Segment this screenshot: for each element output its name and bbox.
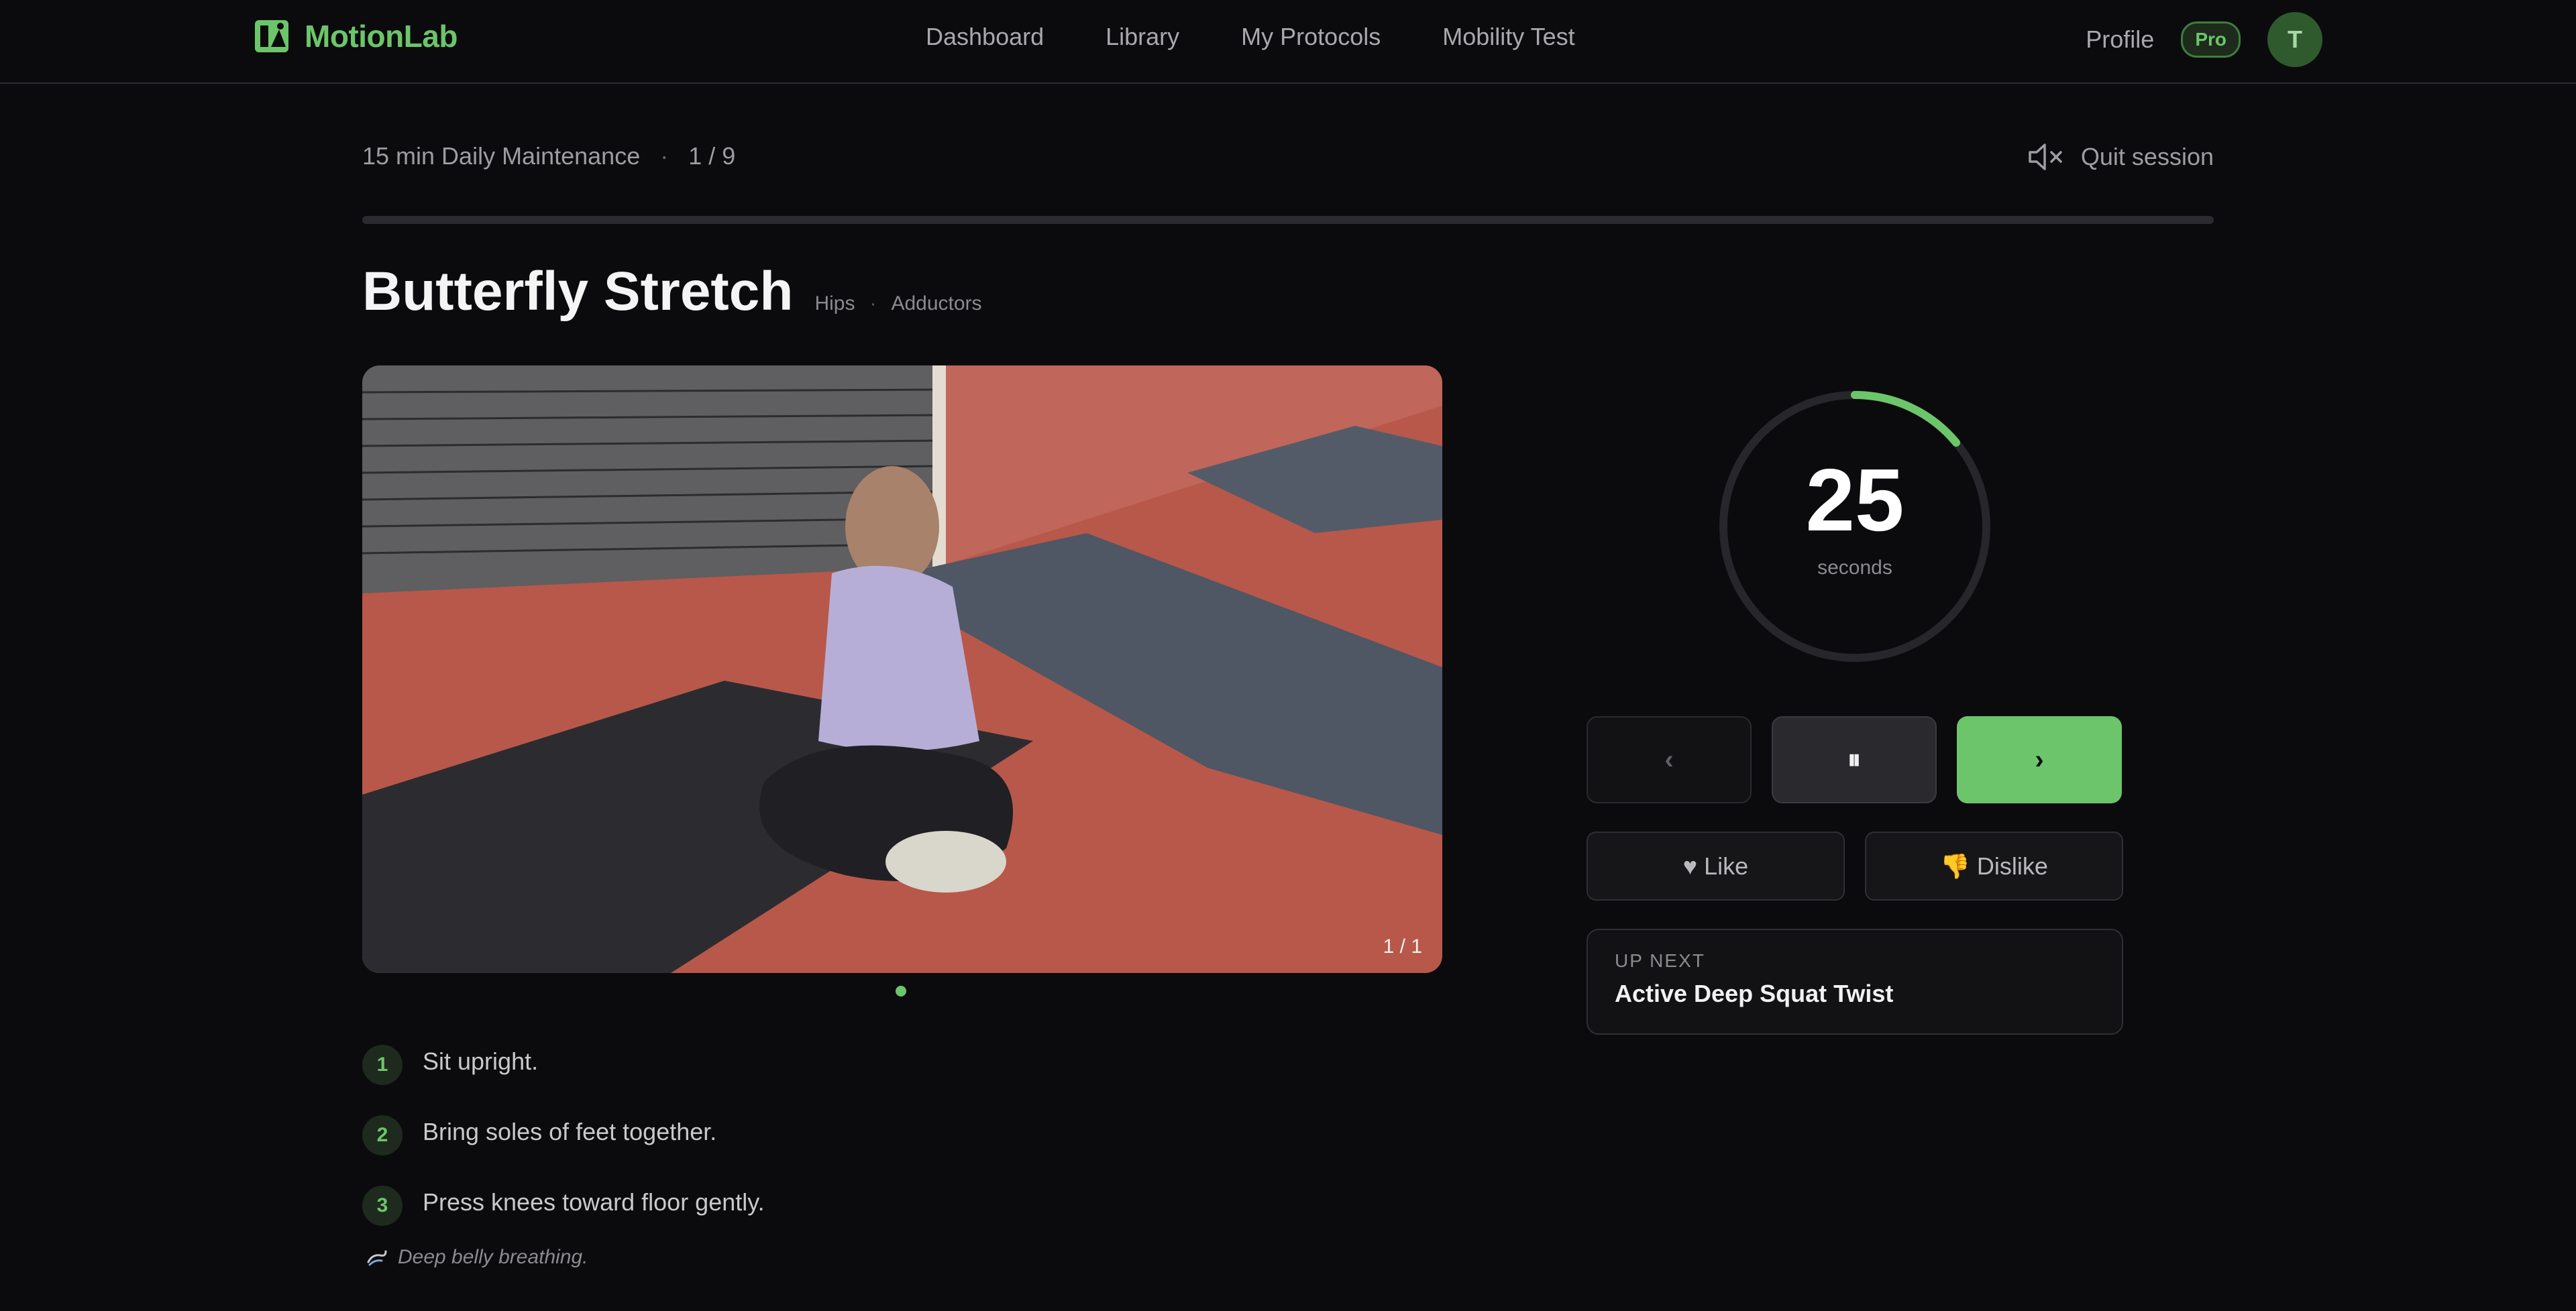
nav-my-protocols[interactable]: My Protocols (1241, 21, 1381, 52)
session-actions: Quit session (2027, 141, 2214, 173)
carousel-dot[interactable] (896, 986, 906, 996)
exercise-steps: 1 Sit upright. 2 Bring soles of feet tog… (362, 1029, 765, 1241)
quit-session-button[interactable]: Quit session (2081, 143, 2214, 171)
pause-button[interactable]: ⏸ (1772, 716, 1937, 803)
step-text: Sit upright. (423, 1047, 539, 1075)
tag-separator: · (869, 292, 877, 315)
step-text: Press knees toward floor gently. (423, 1188, 765, 1216)
step-item: 1 Sit upright. (362, 1029, 765, 1100)
main-nav: Dashboard Library My Protocols Mobility … (926, 21, 1575, 52)
countdown-timer: 25 seconds (1717, 389, 1992, 664)
step-text: Bring soles of feet together. (423, 1117, 717, 1145)
session-meta: 15 min Daily Maintenance · 1 / 9 (362, 142, 735, 170)
dislike-button[interactable]: 👎 Dislike (1865, 832, 2123, 901)
step-number: 3 (362, 1185, 402, 1226)
next-button[interactable]: › (1957, 716, 2122, 803)
up-next-title: Active Deep Squat Twist (1615, 980, 1894, 1007)
protocol-name: 15 min Daily Maintenance (362, 142, 641, 170)
step-item: 3 Press knees toward floor gently. (362, 1170, 765, 1241)
media-counter: 1 / 1 (1383, 935, 1422, 958)
step-item: 2 Bring soles of feet together. (362, 1100, 765, 1170)
exercise-tags: Hips · Adductors (814, 292, 981, 315)
tip-text: Deep belly breathing. (398, 1246, 588, 1268)
up-next-label: UP NEXT (1615, 950, 1705, 971)
plan-badge: Pro (2181, 21, 2241, 58)
top-navigation-bar: MotionLab Dashboard Library My Protocols… (0, 0, 2576, 84)
brand[interactable]: MotionLab (254, 17, 458, 55)
playback-controls: ‹ ⏸ › (1587, 716, 2122, 803)
app-name: MotionLab (305, 19, 458, 54)
previous-button[interactable]: ‹ (1587, 716, 1752, 803)
speaker-muted-icon[interactable] (2027, 141, 2065, 173)
tag-hips: Hips (814, 292, 855, 315)
feedback-controls: ♥ Like 👎 Dislike (1587, 832, 2123, 901)
up-next-card[interactable]: UP NEXT Active Deep Squat Twist (1587, 929, 2123, 1035)
like-button[interactable]: ♥ Like (1587, 832, 1845, 901)
nav-mobility-test[interactable]: Mobility Test (1442, 21, 1574, 52)
tag-adductors: Adductors (891, 292, 982, 315)
meta-separator: · (660, 142, 669, 170)
step-number: 2 (362, 1115, 402, 1155)
nav-dashboard[interactable]: Dashboard (926, 21, 1044, 52)
session-progress-bar (362, 216, 2214, 224)
nav-library[interactable]: Library (1106, 21, 1179, 52)
timer-unit: seconds (1817, 557, 1892, 579)
breathing-tip: Deep belly breathing. (366, 1246, 588, 1269)
step-number: 1 (362, 1044, 402, 1085)
exercise-title: Butterfly Stretch (362, 261, 794, 322)
session-position: 1 / 9 (688, 142, 736, 170)
exercise-header: Butterfly Stretch Hips · Adductors (362, 260, 982, 323)
exercise-video[interactable]: 1 / 1 (362, 365, 1442, 973)
profile-link[interactable]: Profile (2086, 25, 2154, 54)
account-area: Profile Pro T (2086, 12, 2322, 67)
exercise-video-frame (362, 365, 1442, 973)
avatar[interactable]: T (2267, 12, 2322, 67)
motionlab-logo-icon (255, 20, 288, 52)
timer-value: 25 (1805, 451, 1904, 549)
breath-icon (367, 1250, 387, 1266)
